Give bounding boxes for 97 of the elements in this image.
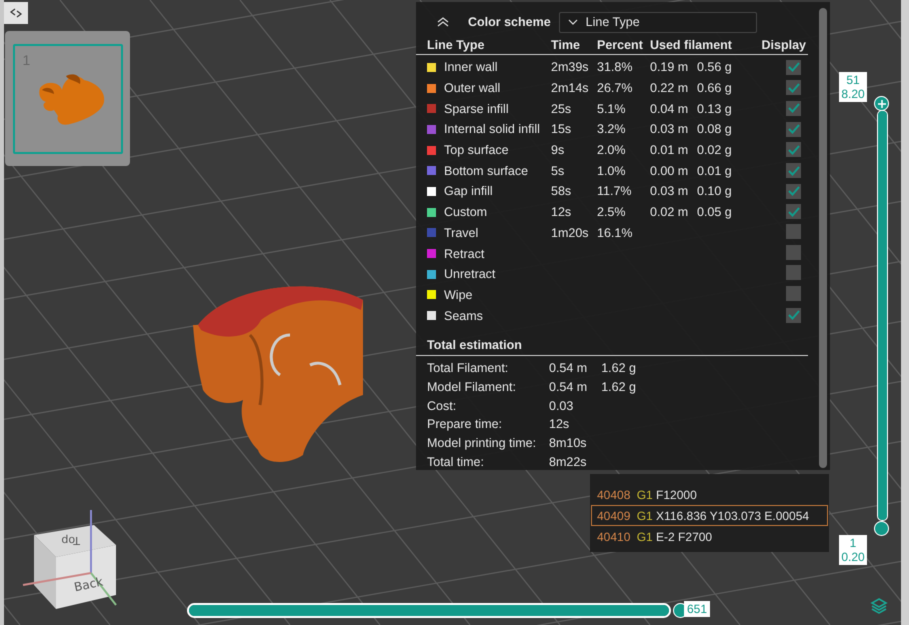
line-type-name: Inner wall [444,60,498,74]
time-value: 58s [551,184,572,198]
length-value: 0.04 m [650,102,688,116]
estimation-value: 8m10s [549,436,587,450]
upper-layer-label: 51 8.20 [839,72,867,102]
gcode-line: 40408 G1 F12000 [596,486,698,504]
weight-value: 0.10 g [697,184,732,198]
length-value: 0.00 m [650,164,688,178]
estimation-value: 0.54 m [549,361,588,376]
estimation-label: Cost: [427,398,458,413]
percent-value: 16.1% [597,226,632,240]
line-type-name: Sparse infill [444,102,509,116]
estimation-label: Model Filament: [427,380,517,394]
percent-value: 5.1% [597,102,626,116]
gcode-line: 40410 G1 E-2 F2700 [596,528,714,546]
line-type-name: Bottom surface [444,164,528,178]
column-header: Used filament [650,38,733,52]
length-value: 0.19 m [650,60,688,74]
line-type-name: Gap infill [444,184,493,198]
column-header: Time [551,38,581,52]
column-header: Display [762,38,807,52]
scrollbar[interactable] [819,8,827,468]
estimation-value: 12s [549,417,570,432]
lower-layer-handle[interactable] [874,521,889,536]
weight-value: 0.13 g [697,102,732,116]
time-value: 12s [551,205,572,220]
weight-value: 0.01 g [697,164,732,178]
display-checkbox[interactable] [786,100,801,116]
time-value: 15s [551,122,572,136]
percent-value: 11.7% [597,184,632,198]
estimation-label: Total Filament: [427,361,510,376]
upper-layer-handle[interactable] [874,96,889,111]
length-value: 0.03 m [650,184,688,198]
percent-value: 2.5% [597,205,626,220]
display-checkbox[interactable] [786,224,801,239]
weight-value: 0.66 g [697,81,732,96]
length-value: 0.01 m [650,143,688,158]
display-checkbox[interactable] [786,265,801,280]
time-value: 25s [551,102,572,116]
view-cube[interactable]: Top Back [8,505,128,615]
display-checkbox[interactable] [786,80,801,96]
column-header: Line Type [427,38,486,52]
display-checkbox[interactable] [786,308,801,323]
display-checkbox[interactable] [786,122,801,137]
plus-icon [878,100,886,108]
line-type-name: Wipe [444,288,472,302]
display-checkbox[interactable] [786,163,801,178]
estimation-value: 8m22s [549,454,587,469]
display-checkbox[interactable] [786,244,801,260]
display-checkbox[interactable] [786,204,801,220]
estimation-label: Model printing time: [427,436,538,450]
line-type-name: Internal solid infill [444,122,540,136]
percent-value: 3.2% [597,122,626,136]
estimation-label: Prepare time: [427,417,504,432]
percent-value: 26.7% [597,81,632,96]
display-checkbox[interactable] [786,184,801,199]
time-value: 9s [551,143,564,158]
chevron-down-icon [568,19,578,25]
line-type-name: Unretract [444,267,496,282]
display-checkbox[interactable] [786,60,801,75]
percent-value: 1.0% [597,164,626,178]
estimation-value: 0.03 [549,398,574,413]
chevrons-icon [10,7,22,19]
weight-value: 0.05 g [697,205,732,220]
move-slider-label: 651 [684,601,710,617]
time-value: 1m20s [551,226,589,240]
layers-icon[interactable] [870,597,888,615]
weight-value: 0.08 g [697,122,732,136]
time-value: 2m14s [551,81,589,96]
estimation-value: 0.54 m [549,380,588,394]
percent-value: 2.0% [597,143,626,158]
estimation-value: 1.62 g [601,361,636,376]
estimation-value: 1.62 g [601,380,636,394]
collapse-toggle-button[interactable] [4,2,28,24]
estimation-label: Total time: [427,454,485,469]
line-type-name: Retract [444,246,484,261]
section-title: Total estimation [416,330,808,356]
display-checkbox[interactable] [786,142,801,158]
display-checkbox[interactable] [786,286,801,301]
length-value: 0.02 m [650,205,688,220]
percent-value: 31.8% [597,60,632,74]
color-scheme-label: Color scheme [468,15,551,29]
column-header: Percent [597,38,644,52]
time-value: 5s [551,164,564,178]
line-type-name: Top surface [444,143,509,158]
weight-value: 0.02 g [697,143,732,158]
line-type-name: Outer wall [444,81,500,96]
length-value: 0.03 m [650,122,688,136]
line-type-name: Travel [444,226,478,240]
length-value: 0.22 m [650,81,688,96]
line-type-name: Custom [444,205,488,220]
collapse-icon[interactable] [436,16,450,28]
lower-layer-label: 1 0.20 [839,535,867,565]
time-value: 2m39s [551,60,589,74]
weight-value: 0.56 g [697,60,732,74]
color-scheme-dropdown[interactable]: Line Type [558,12,757,32]
line-type-name: Seams [444,308,483,323]
